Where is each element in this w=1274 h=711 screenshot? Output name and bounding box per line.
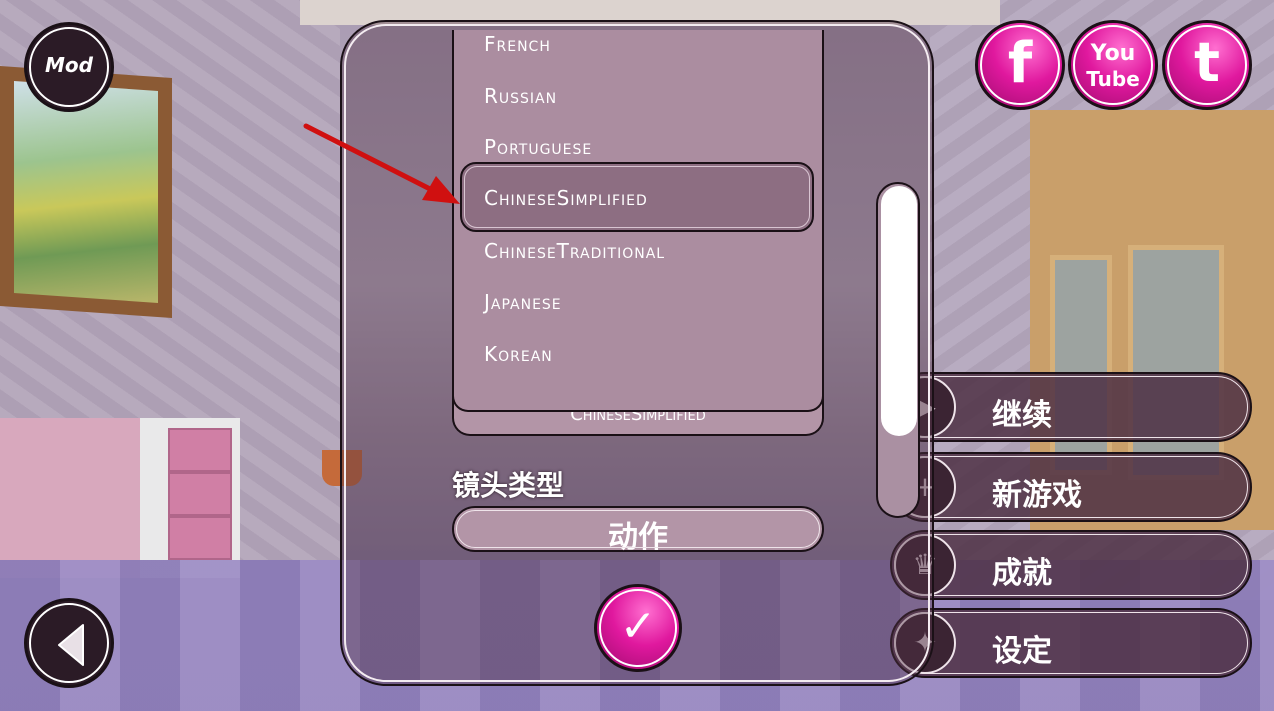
continue-button[interactable]: ▶ 继续 (890, 372, 1252, 442)
drawer (168, 472, 232, 516)
drawer (168, 516, 232, 560)
language-option-portuguese[interactable]: Portuguese (484, 135, 592, 159)
mod-button[interactable]: Mod (24, 22, 114, 112)
twitter-button[interactable]: t (1162, 20, 1252, 110)
camera-type-label: 镜头类型 (452, 469, 565, 502)
facebook-button[interactable]: f (975, 20, 1065, 110)
language-option-japanese[interactable]: Japanese (484, 290, 562, 314)
camera-type-value: 动作 (608, 520, 668, 555)
red-arrow-icon (303, 123, 460, 204)
language-option-chinese-traditional[interactable]: ChineseTraditional (484, 239, 665, 263)
new-game-label: 新游戏 (992, 478, 1082, 513)
settings-label: 设定 (992, 634, 1052, 669)
language-option-chinese-simplified[interactable]: ChineseSimplified (460, 162, 814, 232)
back-button[interactable] (24, 598, 114, 688)
twitter-icon: t (1194, 31, 1220, 94)
confirm-button[interactable]: ✓ (594, 584, 682, 672)
mod-label: Mod (45, 53, 93, 77)
language-option-label: ChineseSimplified (484, 186, 648, 210)
language-option-russian[interactable]: Russian (484, 84, 557, 108)
new-game-button[interactable]: + 新游戏 (890, 452, 1252, 522)
wardrobe-glass (1128, 245, 1224, 480)
back-arrow-icon (58, 624, 84, 666)
camera-type-select[interactable]: 动作 (452, 506, 824, 555)
scrollbar-thumb[interactable] (881, 186, 917, 436)
language-option-korean[interactable]: Korean (484, 342, 553, 366)
facebook-icon: f (1007, 31, 1033, 96)
continue-label: 继续 (992, 398, 1052, 433)
youtube-button[interactable]: You Tube (1068, 20, 1158, 110)
drawer (168, 428, 232, 472)
wardrobe-glass (1050, 255, 1112, 475)
achievements-label: 成就 (992, 556, 1052, 591)
settings-button[interactable]: ✦ 设定 (890, 608, 1252, 678)
language-option-french[interactable]: French (484, 32, 551, 56)
checkmark-icon: ✓ (619, 601, 657, 652)
youtube-icon-bottom: Tube (1086, 67, 1140, 91)
achievements-button[interactable]: ♛ 成就 (890, 530, 1252, 600)
youtube-icon-top: You (1090, 41, 1136, 66)
